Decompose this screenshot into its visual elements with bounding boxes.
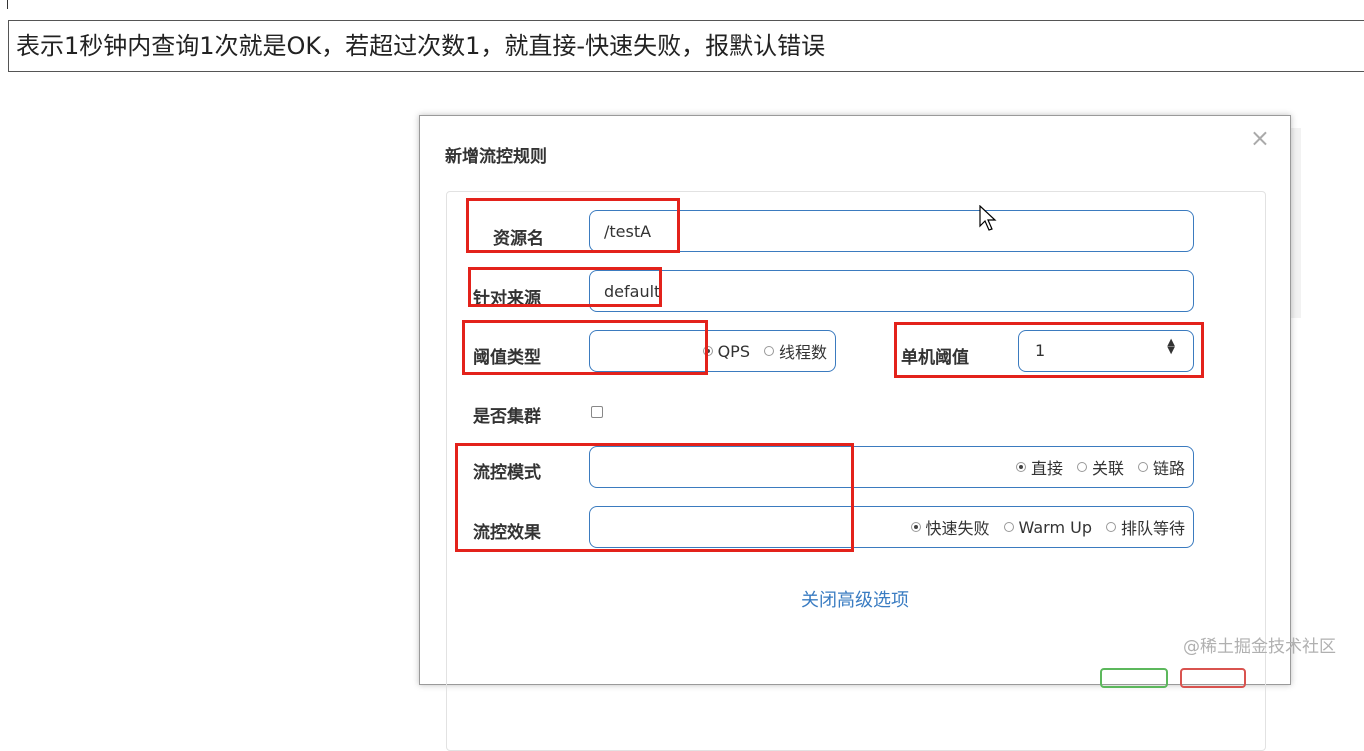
radio-relate[interactable]: 关联 <box>1076 455 1124 479</box>
dialog-title: 新增流控规则 <box>445 147 547 167</box>
radio-chain-label: 链路 <box>1152 459 1185 478</box>
radio-unselected-icon <box>1105 522 1116 532</box>
cancel-button[interactable] <box>1180 668 1246 688</box>
resource-input[interactable] <box>589 210 1194 252</box>
control-effect-label: 流控效果 <box>473 523 541 543</box>
threshold-type-label: 阈值类型 <box>473 348 541 368</box>
radio-selected-icon <box>910 522 921 532</box>
spinner-icon[interactable]: ▲ ▼ <box>1167 338 1175 356</box>
radio-relate-label: 关联 <box>1091 459 1124 478</box>
radio-warm-up[interactable]: Warm Up <box>1003 517 1092 537</box>
origin-label: 针对来源 <box>473 289 541 309</box>
radio-selected-icon <box>702 346 713 356</box>
radio-qps[interactable]: QPS <box>702 341 750 361</box>
single-threshold-value: 1 <box>1035 341 1046 360</box>
close-advanced-options-link[interactable]: 关闭高级选项 <box>420 586 1290 612</box>
mouse-cursor-icon <box>979 205 997 231</box>
control-mode-radio-group: 直接 关联 链路 <box>589 446 1194 488</box>
radio-qps-label: QPS <box>717 341 750 361</box>
top-border-fragment <box>7 0 8 9</box>
radio-direct-label: 直接 <box>1030 459 1063 478</box>
radio-queue-label: 排队等待 <box>1120 519 1185 538</box>
single-threshold-input[interactable]: 1 ▲ ▼ <box>1018 330 1194 372</box>
control-effect-radio-group: 快速失败 Warm Up 排队等待 <box>589 506 1194 548</box>
resource-label: 资源名 <box>493 229 544 249</box>
radio-unselected-icon <box>1003 522 1014 532</box>
radio-threads-label: 线程数 <box>778 343 827 362</box>
save-button[interactable] <box>1100 668 1168 688</box>
close-icon[interactable]: × <box>1250 124 1270 152</box>
radio-unselected-icon <box>1076 462 1087 472</box>
radio-queue[interactable]: 排队等待 <box>1105 515 1185 539</box>
cluster-checkbox[interactable] <box>591 406 603 418</box>
threshold-type-radio-group: QPS 线程数 <box>589 330 836 372</box>
radio-chain[interactable]: 链路 <box>1137 455 1185 479</box>
radio-fast-fail[interactable]: 快速失败 <box>910 515 990 539</box>
cluster-label: 是否集群 <box>473 407 541 427</box>
note-text: 表示1秒钟内查询1次就是OK，若超过次数1，就直接-快速失败，报默认错误 <box>8 20 1364 72</box>
radio-unselected-icon <box>1137 462 1148 472</box>
watermark: @稀土掘金技术社区 <box>1183 637 1336 657</box>
radio-unselected-icon <box>763 346 774 356</box>
single-threshold-label: 单机阈值 <box>901 348 969 368</box>
radio-warm-up-label: Warm Up <box>1018 517 1092 537</box>
control-mode-label: 流控模式 <box>473 463 541 483</box>
radio-fast-fail-label: 快速失败 <box>925 519 990 538</box>
origin-input[interactable] <box>589 270 1194 312</box>
radio-threads[interactable]: 线程数 <box>763 339 827 363</box>
radio-direct[interactable]: 直接 <box>1015 455 1063 479</box>
radio-selected-icon <box>1015 462 1026 472</box>
add-flow-rule-dialog: 新增流控规则 × 资源名 针对来源 阈值类型 QPS 线程数 单机阈值 1 ▲▼… <box>419 115 1291 751</box>
